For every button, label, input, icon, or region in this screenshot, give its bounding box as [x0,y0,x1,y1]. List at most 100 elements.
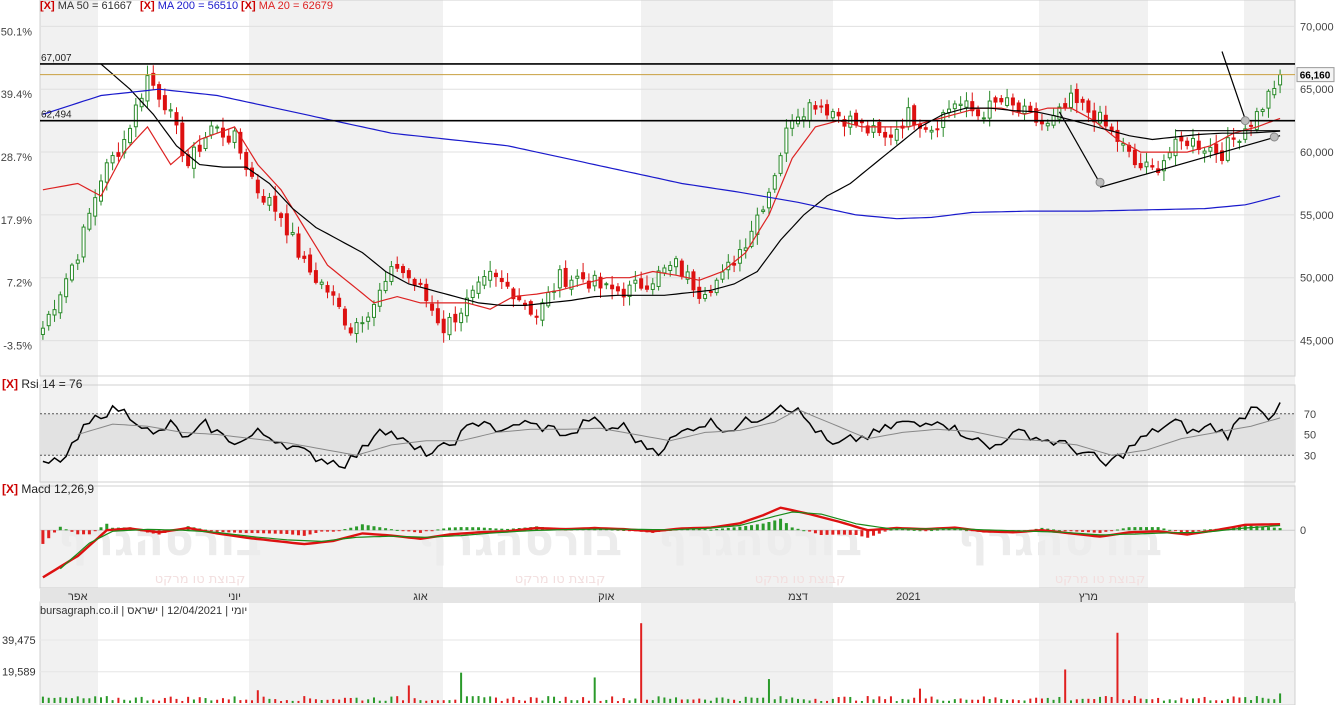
candle-body [703,294,708,299]
macd-histogram-bar [1278,528,1282,531]
x-axis-tick: מרץ [1079,591,1098,603]
volume-bar [1279,693,1282,703]
candle-body [1086,100,1091,113]
volume-bar [204,698,207,703]
ma50-remove-marker[interactable]: [X] [40,0,55,12]
volume-bar [738,700,741,703]
candle-body [819,105,824,108]
candle-body [581,272,586,280]
volume-bar [715,697,718,703]
macd-histogram-bar [1174,530,1178,532]
volume-bar [558,701,561,703]
volume-bar [948,700,951,703]
macd-histogram-bar [1081,530,1085,532]
macd-histogram-bar [750,525,754,531]
macd-histogram-bar [256,530,260,534]
volume-bar [471,696,474,703]
candle-body [830,111,835,119]
candle-body [261,195,266,203]
candle-body [488,270,493,281]
candle-body [633,279,638,284]
candle-body [441,318,446,334]
candle-body [923,127,928,130]
macd-histogram-bar [744,525,748,531]
volume-bar [1075,699,1078,703]
candle-body [1150,165,1155,168]
legend-ma20[interactable]: [X] MA 20 = 62679 [241,0,333,12]
rsi-remove-marker[interactable]: [X] [2,377,18,391]
macd-histogram-bar [430,530,434,532]
ma200-remove-marker[interactable]: [X] [140,0,155,12]
macd-histogram-bar [349,527,353,531]
price-pct-tick: 7.2% [7,278,32,290]
macd-histogram-bar [418,530,422,533]
volume-bar [53,697,56,703]
volume-bar [1122,699,1125,703]
candle-body [854,112,859,126]
volume-bar [436,700,439,703]
macd-histogram-bar [366,525,370,531]
macd-histogram-bar [453,527,457,531]
candle-body [342,308,347,326]
candle-body [191,146,196,169]
candle-body [505,281,510,287]
candle-body [575,275,580,279]
legend-ma50[interactable]: [X] MA 50 = 61667 [40,0,132,12]
volume-bar [1168,699,1171,703]
candle-body [151,72,156,86]
ma20-remove-marker[interactable]: [X] [241,0,256,12]
macd-histogram-bar [477,527,481,531]
watermark-tagline: קבוצת טו מרקט [515,572,606,587]
candle-body [87,212,92,230]
trendline-drop [1221,51,1246,120]
macd-histogram-bar [1272,527,1276,531]
candle-body [290,232,295,235]
candle-body [1080,98,1085,103]
rsi-title[interactable]: [X] Rsi 14 = 76 [2,377,82,391]
candle-body [883,131,888,138]
candle-body [302,255,307,259]
price-y-tick: 60,000 [1300,147,1334,159]
macd-remove-marker[interactable]: [X] [2,482,18,496]
volume-bar [616,701,619,703]
volume-bar [367,699,370,703]
macd-histogram-bar [442,528,446,531]
macd-histogram-bar [250,530,254,533]
macd-histogram-bar [436,529,440,531]
candle-body [1208,146,1213,152]
candle-body [987,100,992,119]
volume-bar [988,698,991,703]
candle-body [168,109,173,112]
volume-bar [338,699,341,703]
volume-bar [971,699,974,703]
candle-body [128,127,133,144]
volume-bar [285,700,288,703]
candle-body [557,269,562,289]
ma50-label: MA 50 = 61667 [57,0,133,12]
volume-bar [402,700,405,703]
volume-bar [349,697,352,703]
volume-bar [134,697,137,703]
candle-body [116,152,121,157]
macd-histogram-bar [291,530,295,535]
macd-histogram-bar [221,530,225,533]
volume-bar [251,700,254,703]
macd-histogram-bar [1139,527,1143,531]
rsi-band [40,413,1295,456]
x-axis-tick: יוני [228,591,241,603]
volume-bar [140,696,143,703]
macd-histogram-bar [755,524,759,531]
candle-body [1063,103,1068,108]
candle-body [401,266,406,274]
volume-bar [390,696,393,703]
volume-bar [785,699,788,703]
macd-histogram-bar [407,530,411,532]
candle-body [691,271,696,291]
macd-title[interactable]: [X] Macd 12,26,9 [2,482,94,496]
volume-bar [1099,696,1102,703]
macd-histogram-bar [1197,530,1201,532]
candle-body [807,102,812,122]
macd-histogram-bar [279,530,283,534]
legend-ma200[interactable]: [X] MA 200 = 56510 [140,0,238,12]
volume-bar [297,700,300,703]
